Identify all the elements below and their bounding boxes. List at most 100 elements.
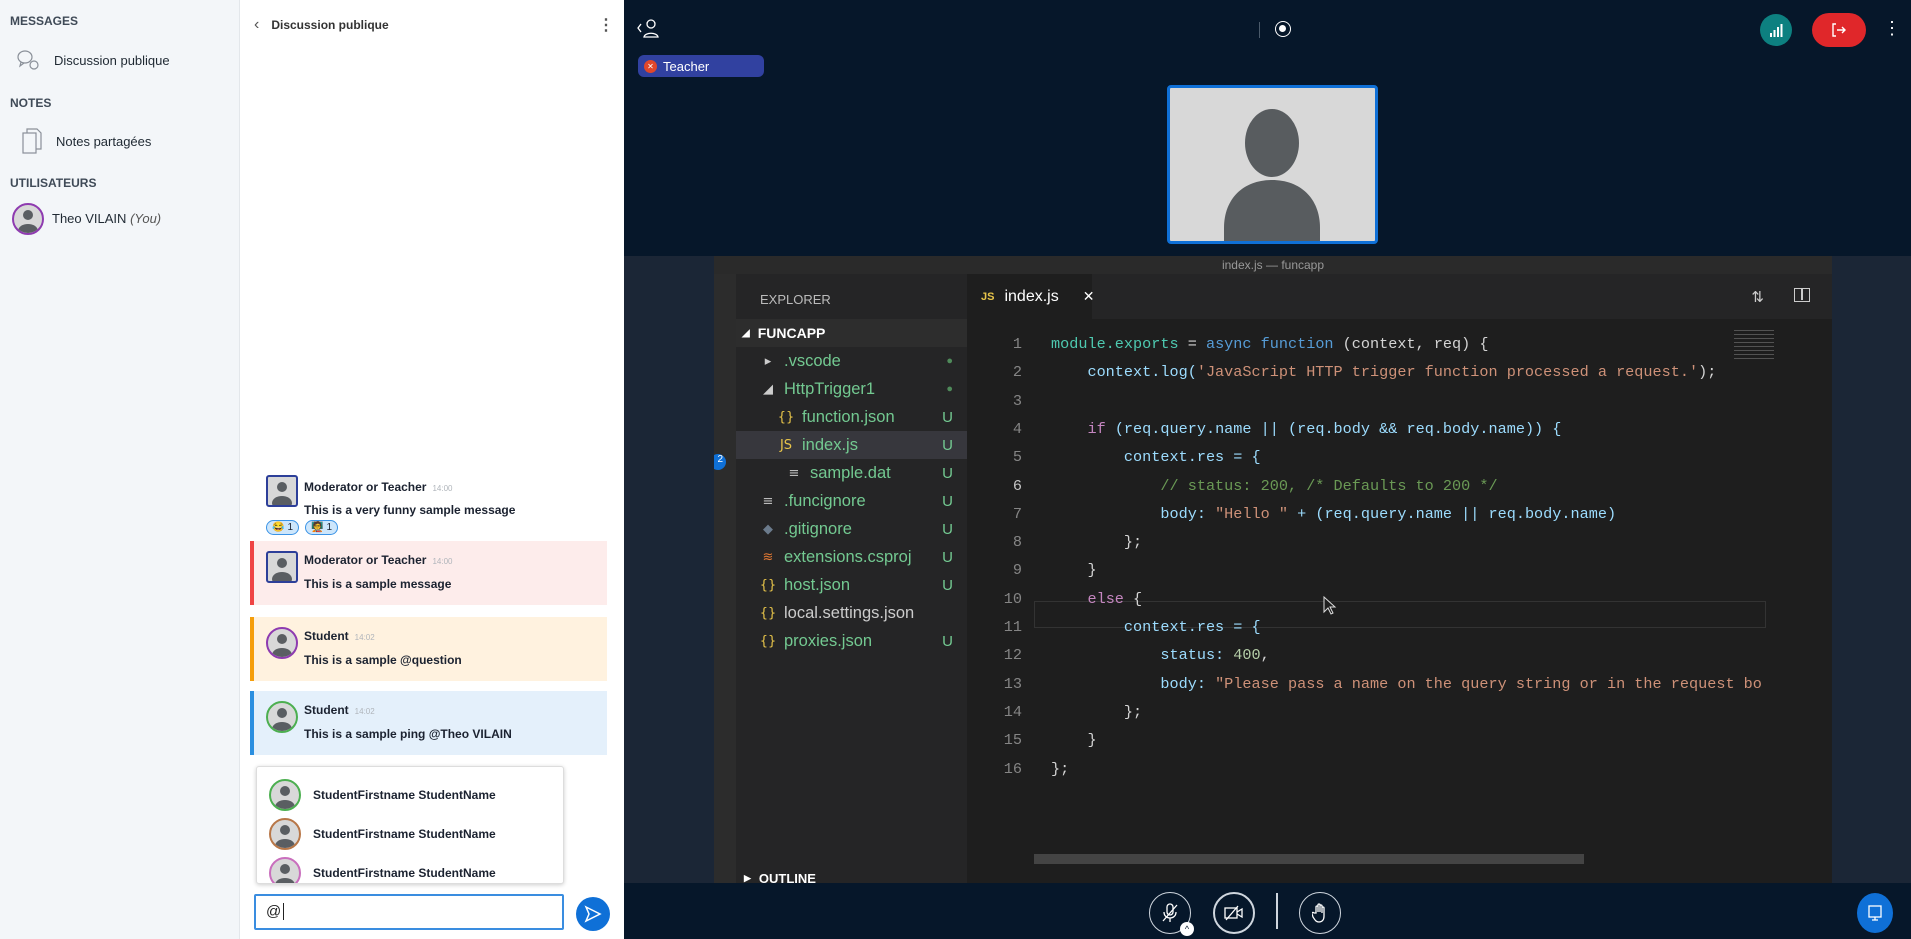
editor-tabs: JS index.js ✕ ⇅ (967, 274, 1832, 319)
code-line: }; (1051, 533, 1766, 551)
source-control-icon[interactable]: ⇅ (1751, 288, 1764, 306)
js-file-icon: JS (981, 290, 995, 303)
public-chat-label: Discussion publique (54, 52, 170, 68)
presenter-pill: ✕ Teacher (638, 55, 764, 77)
activity-bar: 2 (714, 274, 736, 883)
explorer-item[interactable]: {} function.json U (736, 403, 967, 431)
user-name: Theo VILAIN (52, 211, 127, 226)
explorer-item[interactable]: {} proxies.json U (736, 627, 967, 655)
explorer-item[interactable]: ◆ .gitignore U (736, 515, 967, 543)
mention-option[interactable]: StudentFirstname StudentName (269, 818, 496, 850)
webcam-tile[interactable] (1167, 85, 1378, 244)
raise-hand-button[interactable] (1299, 892, 1341, 934)
message-text: This is a sample message (304, 577, 452, 591)
sidebar-item-public-chat[interactable]: Discussion publique (16, 48, 170, 72)
git-status: ● (946, 383, 953, 395)
chat-message-ping: Student 14:02 This is a sample ping @Theo… (250, 691, 607, 755)
file-name: extensions.csproj (784, 547, 912, 566)
minimap[interactable] (1734, 330, 1774, 360)
line-number: 7 (1012, 504, 1022, 523)
user-silhouette-icon (275, 864, 295, 883)
chat-message-input[interactable]: @ (254, 894, 564, 930)
record-button[interactable] (1275, 21, 1291, 37)
explorer-item[interactable]: ≋ extensions.csproj U (736, 543, 967, 571)
code-token: "Please pass a name on the query string … (1215, 674, 1762, 693)
file-type-icon: ◆ (763, 521, 773, 537)
mention-option[interactable]: StudentFirstname StudentName (269, 857, 496, 883)
project-name: FUNCAPP (757, 325, 826, 341)
back-chevron-icon[interactable]: ‹ (254, 16, 259, 34)
line-number: 14 (1003, 702, 1022, 721)
outline-section[interactable]: ▶ OUTLINE (736, 864, 967, 884)
line-number: 5 (1012, 448, 1022, 467)
code-line: // status: 200, /* Defaults to 200 */ (1051, 477, 1766, 495)
line-number: 6 (1012, 476, 1022, 495)
code-token: , (1260, 646, 1270, 665)
chat-message-question: Student 14:02 This is a sample @question (250, 617, 607, 681)
close-icon[interactable]: ✕ (1083, 288, 1095, 305)
file-type-icon: ▸ (764, 353, 772, 369)
messages-heading: MESSAGES (10, 14, 79, 28)
explorer-item[interactable]: {} host.json U (736, 571, 967, 599)
explorer-item[interactable]: {} local.settings.json (736, 599, 967, 627)
avatar (12, 203, 44, 235)
code-token: context.res = { (1051, 618, 1261, 636)
explorer-item[interactable]: ▸ .vscode ● (736, 347, 967, 375)
explorer-item[interactable]: ≡ sample.dat U (736, 459, 967, 487)
message-text: This is a sample ping @Theo VILAIN (304, 727, 512, 741)
user-silhouette-icon (272, 482, 292, 505)
enable-camera-button[interactable] (1213, 892, 1255, 934)
muted-mic-icon: ✕ (644, 59, 657, 73)
explorer-item[interactable]: JS index.js U (736, 431, 967, 459)
git-status: U (942, 464, 953, 482)
code-token: 'JavaScript HTTP trigger function proces… (1196, 363, 1699, 382)
chevron-up-icon[interactable]: ^ (1180, 922, 1194, 936)
message-time: 14:00 (432, 557, 453, 566)
connection-status-button[interactable] (1760, 14, 1792, 46)
outline-label: OUTLINE (758, 870, 816, 884)
code-token: ); (1698, 363, 1717, 382)
tab-label: index.js (1004, 287, 1059, 305)
send-button[interactable] (576, 897, 610, 931)
project-folder[interactable]: ◢ FUNCAPP (736, 319, 967, 347)
toggle-userlist-button[interactable] (636, 18, 662, 43)
chat-message: Moderator or Teacher 14:00 This is a very… (250, 470, 607, 540)
screenshare-button[interactable] (1857, 893, 1893, 933)
more-options-icon[interactable]: ⋮ (598, 15, 614, 35)
line-number: 1 (1012, 335, 1022, 353)
line-number: 3 (1012, 391, 1022, 410)
reaction-badge[interactable]: 🧑‍🏫 1 (305, 520, 339, 535)
mention-option[interactable]: StudentFirstname StudentName (269, 779, 496, 811)
line-number: 8 (1012, 533, 1022, 552)
file-type-icon: {} (759, 605, 777, 621)
line-number: 2 (1012, 363, 1022, 382)
reaction-badge[interactable]: 😂 1 (266, 520, 300, 535)
user-list-icon (637, 19, 659, 38)
git-status: ● (946, 355, 953, 367)
explorer-item[interactable]: ◢ HttpTrigger1 ● (736, 375, 967, 403)
file-name: host.json (784, 575, 851, 594)
code-line: if (req.query.name || (req.body && req.b… (1051, 420, 1766, 438)
split-editor-icon[interactable] (1794, 288, 1810, 302)
sidebar-item-shared-notes[interactable]: Notes partagées (22, 128, 151, 154)
leave-meeting-button[interactable] (1812, 13, 1866, 47)
code-token: }; (1051, 702, 1143, 721)
code-token: }; (1051, 533, 1143, 552)
user-silhouette-icon (1224, 109, 1320, 241)
code-token: { (1123, 589, 1143, 608)
file-name: .vscode (784, 351, 841, 370)
line-number: 10 (1003, 589, 1022, 608)
code-token: 400 (1233, 646, 1261, 665)
more-options-icon[interactable]: ⋮ (1883, 18, 1901, 39)
user-list-item[interactable]: Theo VILAIN (You) (12, 203, 232, 235)
explorer-item[interactable]: ≡ .funcignore U (736, 487, 967, 515)
file-type-icon: {} (759, 577, 777, 593)
code-line: }; (1051, 760, 1766, 778)
mouse-cursor-icon (1323, 595, 1337, 616)
avatar (266, 551, 298, 583)
file-name: .funcignore (784, 491, 866, 510)
tab-index-js[interactable]: JS index.js ✕ (967, 274, 1095, 319)
git-status: U (942, 632, 953, 650)
unmute-microphone-button[interactable]: ^ (1149, 892, 1194, 936)
horizontal-scrollbar[interactable] (1034, 854, 1584, 864)
